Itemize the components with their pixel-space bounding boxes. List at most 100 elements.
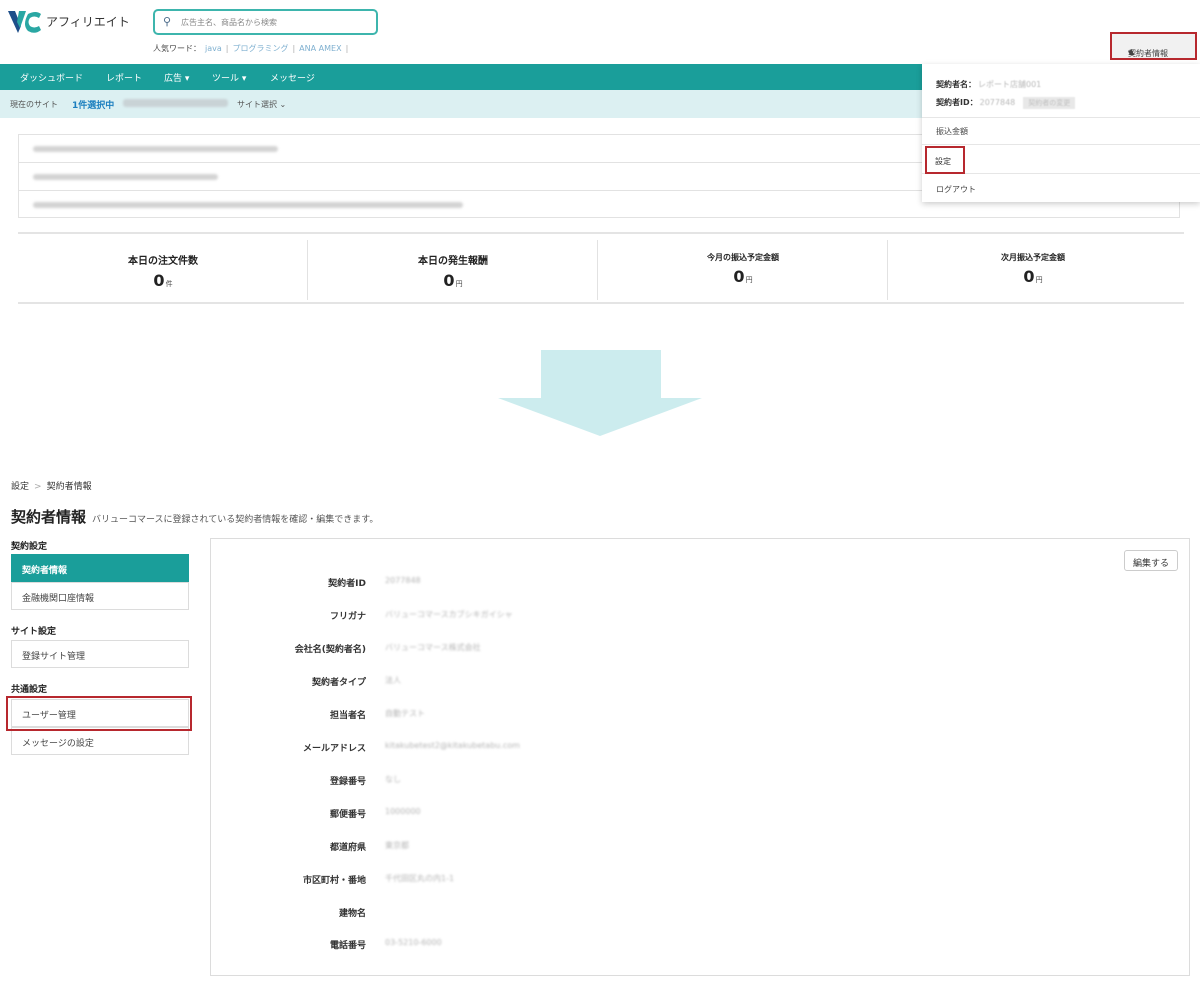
divider: [922, 144, 1200, 145]
down-arrow-icon: [498, 350, 702, 436]
menu-item-transfer-amount[interactable]: 振込金額: [936, 126, 968, 137]
field-label: 契約者ID: [328, 579, 366, 589]
breadcrumb-settings[interactable]: 設定: [11, 482, 29, 492]
sidebar-item-label: メッセージの設定: [22, 739, 94, 749]
stat-reward-today: 本日の発生報酬 0円: [308, 240, 598, 300]
stat-orders-today: 本日の注文件数 0件: [18, 240, 308, 300]
nav-item-report[interactable]: レポート: [106, 71, 142, 84]
field-row: 登録番号 なし: [210, 774, 710, 790]
nav-item-dashboard[interactable]: ダッシュボード: [20, 71, 83, 84]
field-label: 電話番号: [329, 941, 366, 951]
popular-words: 人気ワード： java | プログラミング | ANA AMEX |: [153, 43, 348, 54]
field-row: 建物名: [210, 906, 710, 922]
breadcrumb-current: 契約者情報: [46, 482, 92, 492]
sidebar-item-label: 登録サイト管理: [22, 652, 86, 662]
field-value: 東京都: [385, 841, 409, 850]
sidebar-heading-common: 共通設定: [11, 685, 48, 695]
divider: |: [225, 44, 229, 53]
search-input[interactable]: ⚲ 広告主名、商品名から検索: [153, 9, 378, 35]
popular-word-link[interactable]: ANA AMEX: [299, 44, 341, 53]
valuecommerce-logo: [8, 11, 41, 33]
sidebar-item-label: 金融機関口座情報: [22, 594, 95, 604]
brand-name: アフィリエイト: [46, 15, 130, 29]
stat-label: 今月の振込予定金額: [707, 253, 779, 262]
nav-item-messages[interactable]: メッセージ: [270, 71, 315, 84]
selected-count: 1件選択中: [72, 101, 115, 111]
field-row: 市区町村・番地 千代田区丸の内1-1: [210, 873, 710, 889]
sidebar-item-registered-sites[interactable]: 登録サイト管理: [11, 640, 189, 668]
blurred-site-name: [123, 99, 228, 107]
site-select-dropdown[interactable]: サイト選択 ⌄: [237, 99, 286, 110]
menu-item-settings-highlighted[interactable]: 設定: [925, 146, 965, 174]
stat-transfer-next-month: 次月振込予定金額 0円: [888, 240, 1178, 300]
field-value: 1000000: [385, 807, 421, 816]
field-value: kitakubetest2@kitakubetabu.com: [385, 741, 520, 750]
field-label: 担当者名: [329, 711, 366, 721]
field-row: 会社名(契約者名) バリューコマース株式会社: [210, 642, 710, 658]
breadcrumb: 設定 > 契約者情報: [11, 479, 92, 492]
nav-item-ads[interactable]: 広告 ▾: [164, 71, 189, 84]
page-description: バリューコマースに登録されている契約者情報を確認・編集できます。: [92, 515, 379, 525]
stat-label: 次月振込予定金額: [1001, 253, 1065, 262]
current-site-label: 現在のサイト: [10, 100, 58, 109]
field-label: 契約者タイプ: [311, 678, 366, 688]
contractor-change-badge[interactable]: 契約者の変更: [1023, 97, 1076, 109]
field-label: フリガナ: [329, 612, 366, 622]
field-row: 郵便番号 1000000: [210, 807, 710, 823]
field-value: なし: [385, 775, 401, 784]
field-value: 03-5210-6000: [385, 938, 442, 947]
popular-word-link[interactable]: プログラミング: [232, 44, 288, 53]
field-row: 契約者ID 2077848: [210, 576, 710, 592]
sidebar-heading-site: サイト設定: [11, 627, 57, 637]
divider: [922, 117, 1200, 118]
field-row: 契約者タイプ 法人: [210, 675, 710, 691]
page-title: 契約者情報: [11, 508, 87, 526]
edit-button-label: 編集する: [1133, 559, 1170, 569]
nav-item-tools[interactable]: ツール ▾: [212, 71, 246, 84]
divider: |: [292, 44, 296, 53]
stat-value: 0: [443, 271, 455, 290]
sidebar-item-contractor-info[interactable]: 契約者情報: [11, 554, 189, 582]
sidebar-item-bank-account[interactable]: 金融機関口座情報: [11, 582, 189, 610]
divider: |: [345, 44, 349, 53]
stats-panel: 本日の注文件数 0件 本日の発生報酬 0円 今月の振込予定金額 0円 次月振込予…: [18, 232, 1184, 304]
site-selector-bar: 現在のサイト 1件選択中 サイト選択 ⌄: [0, 90, 922, 118]
top-screenshot: アフィリエイト ⚲ 広告主名、商品名から検索 人気ワード： java | プログラミン…: [0, 0, 1200, 320]
field-label: 会社名(契約者名): [294, 645, 366, 655]
stat-value: 0: [153, 271, 165, 290]
contractor-id: 契約者ID： 2077848 契約者の変更: [936, 97, 1076, 109]
edit-button[interactable]: 編集する: [1124, 550, 1178, 571]
popular-label: 人気ワード：: [153, 44, 201, 53]
field-value: 千代田区丸の内1-1: [385, 874, 455, 883]
field-row: 電話番号 03-5210-6000: [210, 938, 710, 954]
field-value: バリューコマース株式会社: [385, 643, 481, 652]
contractor-name: 契約者名： レポート店舗001: [936, 80, 1042, 89]
account-menu-button[interactable]: ♟ 契約者情報 ▾: [1110, 32, 1197, 60]
account-dropdown-menu: 契約者名： レポート店舗001 契約者ID： 2077848 契約者の変更 振込金額 …: [922, 64, 1200, 202]
stat-unit: 円: [745, 276, 753, 284]
stat-unit: 円: [1035, 276, 1043, 284]
search-placeholder: 広告主名、商品名から検索: [181, 18, 277, 27]
field-label: メールアドレス: [302, 744, 366, 754]
search-icon: ⚲: [163, 15, 172, 28]
popular-word-link[interactable]: java: [205, 44, 222, 53]
field-label: 郵便番号: [329, 810, 366, 820]
field-row: 担当者名 自動テスト: [210, 708, 710, 724]
settings-label: 設定: [935, 157, 951, 166]
field-label: 建物名: [338, 909, 366, 919]
stat-transfer-this-month: 今月の振込予定金額 0円: [598, 240, 888, 300]
user-management-highlight: [6, 696, 192, 731]
field-value: バリューコマースカブシキガイシャ: [385, 610, 513, 619]
field-row: フリガナ バリューコマースカブシキガイシャ: [210, 609, 710, 625]
sidebar-item-message-settings[interactable]: メッセージの設定: [11, 727, 189, 755]
field-value: 2077848: [385, 576, 421, 585]
field-value: 自動テスト: [385, 709, 425, 718]
stat-unit: 円: [455, 280, 463, 288]
account-button-label: 契約者情報: [1128, 49, 1168, 58]
menu-item-logout[interactable]: ログアウト: [936, 184, 976, 195]
field-value: 法人: [385, 676, 401, 685]
field-label: 登録番号: [329, 777, 366, 787]
sidebar-heading-contract: 契約設定: [11, 542, 48, 552]
chevron-right-icon: >: [34, 482, 42, 492]
stat-unit: 件: [165, 280, 173, 288]
